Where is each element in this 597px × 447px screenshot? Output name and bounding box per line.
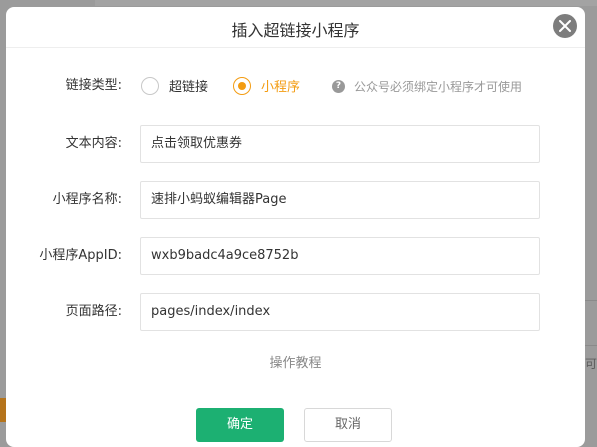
page-path-label: 页面路径: (65, 304, 122, 319)
radio-mini-program-circle[interactable] (233, 76, 251, 95)
link-type-hint: ? 公众号必须绑定小程序才可使用 (332, 78, 522, 95)
background-divider (585, 300, 597, 301)
background-page-strip (95, 0, 597, 6)
mini-program-appid-label: 小程序AppID: (39, 248, 122, 263)
insert-mini-program-link-dialog: 插入超链接小程序 链接类型: 超链接 小程序 ? 公众号必须绑定小程序才可使用 … (6, 7, 585, 447)
tutorial-link[interactable]: 操作教程 (6, 352, 585, 371)
mini-program-appid-row: 小程序AppID: wxb9badc4a9ce8752b (6, 237, 585, 275)
background-divider (585, 345, 597, 346)
page-path-row: 页面路径: pages/index/index (6, 293, 585, 331)
cancel-button[interactable]: 取消 (304, 408, 392, 442)
radio-mini-program[interactable]: 小程序 (233, 76, 300, 95)
close-button[interactable] (553, 14, 577, 38)
text-content-label: 文本内容: (65, 136, 122, 151)
close-icon (559, 20, 571, 32)
mini-program-name-row: 小程序名称: 速排小蚂蚁编辑器Page (6, 181, 585, 219)
background-text: 可同 (585, 357, 597, 371)
question-circle-icon: ? (332, 80, 345, 93)
mini-program-name-input[interactable]: 速排小蚂蚁编辑器Page (140, 181, 540, 219)
radio-hyperlink[interactable]: 超链接 (141, 76, 208, 95)
radio-hyperlink-circle[interactable] (141, 76, 159, 95)
mini-program-name-label: 小程序名称: (52, 192, 122, 207)
dialog-title: 插入超链接小程序 (231, 21, 360, 40)
radio-hyperlink-label: 超链接 (169, 80, 209, 95)
mini-program-appid-input[interactable]: wxb9badc4a9ce8752b (140, 237, 540, 275)
text-content-input[interactable]: 点击领取优惠券 (140, 125, 540, 163)
text-content-row: 文本内容: 点击领取优惠券 (6, 125, 585, 163)
link-type-label: 链接类型: (65, 78, 122, 93)
radio-mini-program-label: 小程序 (261, 80, 301, 95)
confirm-button[interactable]: 确定 (196, 408, 284, 442)
page-path-input[interactable]: pages/index/index (140, 293, 540, 331)
link-type-hint-text: 公众号必须绑定小程序才可使用 (354, 80, 523, 94)
link-type-row: 链接类型: 超链接 小程序 ? 公众号必须绑定小程序才可使用 (6, 67, 585, 105)
dialog-header: 插入超链接小程序 (6, 7, 585, 48)
